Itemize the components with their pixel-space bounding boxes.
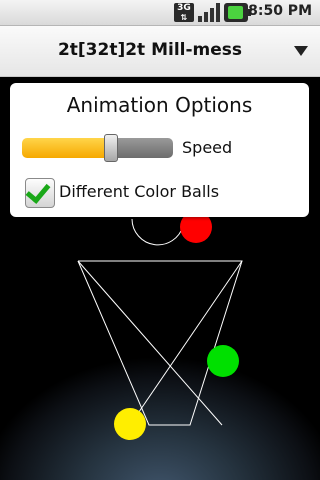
ball-path-arc xyxy=(131,218,184,246)
ball-path-right xyxy=(129,260,243,426)
different-colors-checkbox[interactable] xyxy=(25,178,55,208)
speed-slider-thumb[interactable] xyxy=(104,134,118,162)
signal-icon xyxy=(198,3,220,22)
ball-path-left xyxy=(77,260,243,426)
speed-slider[interactable] xyxy=(22,134,173,162)
network-3g-icon: 3G ⇅ xyxy=(174,3,194,22)
checkmark-icon xyxy=(25,178,51,204)
battery-icon xyxy=(224,3,251,22)
status-time: 8:50 PM xyxy=(248,3,312,19)
network-label: 3G xyxy=(177,3,191,13)
ball-path-cross xyxy=(77,260,223,426)
different-colors-label[interactable]: Different Color Balls xyxy=(59,182,219,201)
dropdown-arrow-icon[interactable] xyxy=(294,46,308,56)
yellow-ball xyxy=(114,408,146,440)
panel-title: Animation Options xyxy=(66,93,253,117)
title-bar[interactable]: 2t[32t]2t Mill-mess xyxy=(0,26,320,77)
green-ball xyxy=(207,345,239,377)
page-title: 2t[32t]2t Mill-mess xyxy=(57,40,243,60)
speed-slider-track xyxy=(116,138,173,158)
speed-label: Speed xyxy=(182,138,233,157)
animation-options-panel: Animation Options Speed Different Color … xyxy=(10,83,309,217)
speed-slider-fill xyxy=(22,138,106,158)
status-bar: 3G ⇅ 8:50 PM xyxy=(0,0,320,26)
